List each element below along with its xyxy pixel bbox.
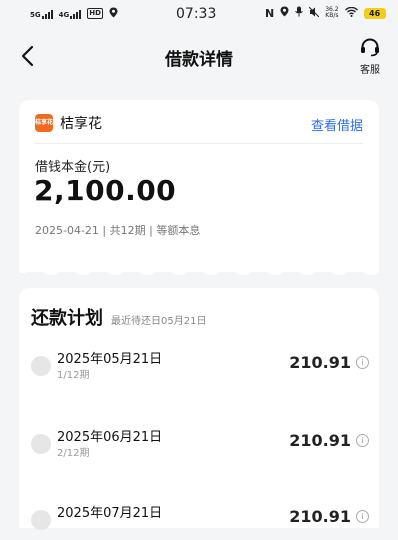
network-speed-unit: KB/s — [325, 12, 339, 19]
info-icon[interactable]: i — [356, 434, 369, 447]
installment-row[interactable]: 2025年05月21日 1/12期 210.91 i — [31, 346, 369, 386]
installment-row[interactable]: 2025年06月21日 2/12期 210.91 i — [31, 424, 369, 464]
brand-name: 桔享花 — [60, 116, 102, 132]
divider — [35, 143, 363, 144]
plan-title: 还款计划 — [31, 308, 103, 329]
plan-subtitle: 最近待还日05月21日 — [111, 316, 207, 327]
loan-meta: 2025-04-21 | 共12期 | 等额本息 — [35, 224, 201, 237]
page-title: 借款详情 — [165, 50, 233, 70]
principal-label: 借钱本金(元) — [35, 160, 111, 175]
status-bar: 5G 4G HD 07:33 N 36.2 KB/s 46 — [0, 0, 398, 30]
customer-service-label: 客服 — [360, 65, 380, 76]
brand-logo: 桔享花 — [35, 114, 53, 132]
mute-icon — [308, 6, 320, 20]
select-radio[interactable] — [31, 434, 51, 454]
microphone-icon — [295, 6, 303, 20]
installment-date: 2025年05月21日 — [57, 352, 163, 367]
select-radio[interactable] — [31, 356, 51, 376]
brand-row: 桔享花 桔享花 — [35, 113, 102, 133]
installment-period: 1/12期 — [57, 370, 90, 381]
status-right: N 36.2 KB/s 46 — [265, 6, 386, 20]
info-icon[interactable]: i — [356, 356, 369, 369]
installment-period: 2/12期 — [57, 448, 90, 459]
location-icon — [280, 6, 289, 20]
battery-icon: 46 — [363, 7, 386, 19]
network-speed: 36.2 KB/s — [325, 7, 338, 19]
installment-amount: 210.91 — [289, 353, 351, 372]
installment-date: 2025年07月21日 — [57, 506, 163, 521]
info-icon[interactable]: i — [356, 510, 369, 523]
location-icon — [109, 7, 118, 20]
plan-header: 还款计划 最近待还日05月21日 — [31, 304, 206, 330]
installment-date: 2025年06月21日 — [57, 430, 163, 445]
customer-service-button[interactable]: 客服 — [354, 37, 386, 77]
signal-icon — [70, 9, 82, 19]
principal-amount: 2,100.00 — [34, 174, 177, 207]
view-contract-link[interactable]: 查看借据 — [311, 115, 363, 134]
scallop-edge — [19, 266, 379, 275]
repayment-plan-card: 还款计划 最近待还日05月21日 2025年05月21日 1/12期 210.9… — [19, 288, 379, 530]
signal-icon — [41, 9, 53, 19]
hd-icon: HD — [87, 8, 103, 19]
nfc-icon: N — [265, 6, 275, 20]
installment-amount: 210.91 — [289, 507, 351, 526]
network-label-4g: 4G — [58, 10, 70, 19]
status-time: 07:33 — [176, 6, 217, 22]
network-label-5g: 5G — [30, 10, 41, 19]
installment-row[interactable]: 2025年07月21日 210.91 i — [31, 500, 369, 540]
nav-bar: 借款详情 客服 — [0, 34, 398, 78]
loan-summary-card: 桔享花 桔享花 查看借据 借钱本金(元) 2,100.00 2025-04-21… — [19, 100, 379, 275]
signal-4g: 4G — [59, 9, 82, 19]
wifi-icon — [344, 6, 358, 20]
select-radio[interactable] — [31, 510, 51, 530]
headset-icon — [361, 38, 379, 57]
status-left: 5G 4G HD — [30, 7, 118, 20]
installment-amount: 210.91 — [289, 431, 351, 450]
signal-5g: 5G — [30, 9, 53, 19]
